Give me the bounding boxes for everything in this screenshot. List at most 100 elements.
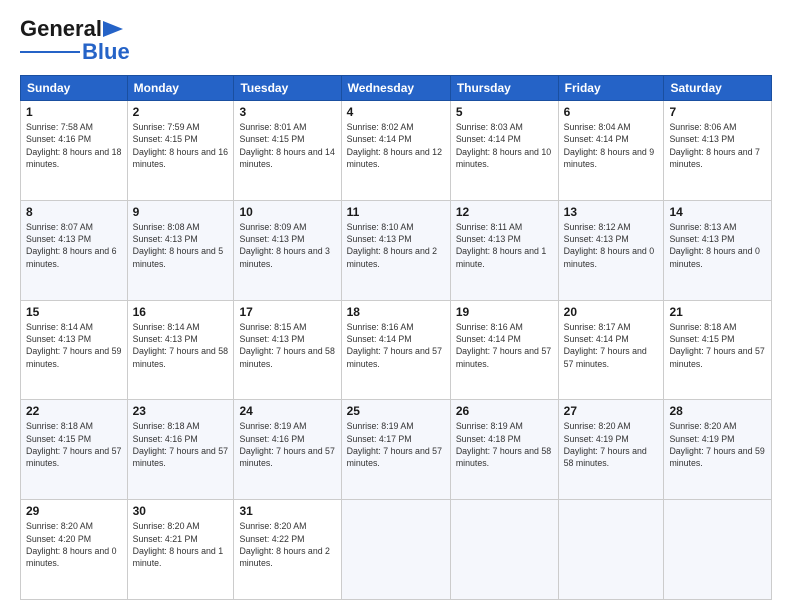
calendar-cell: 9 Sunrise: 8:08 AMSunset: 4:13 PMDayligh… xyxy=(127,200,234,300)
day-info: Sunrise: 8:04 AMSunset: 4:14 PMDaylight:… xyxy=(564,122,654,169)
day-info: Sunrise: 8:10 AMSunset: 4:13 PMDaylight:… xyxy=(347,222,437,269)
day-info: Sunrise: 8:20 AMSunset: 4:20 PMDaylight:… xyxy=(26,521,116,568)
day-number: 13 xyxy=(564,205,659,219)
calendar-cell: 17 Sunrise: 8:15 AMSunset: 4:13 PMDaylig… xyxy=(234,300,341,400)
page: General Blue SundayMondayTuesdayWednesda… xyxy=(0,0,792,612)
weekday-header: SundayMondayTuesdayWednesdayThursdayFrid… xyxy=(21,76,772,101)
day-number: 10 xyxy=(239,205,335,219)
calendar-cell xyxy=(558,500,664,600)
calendar-cell xyxy=(341,500,450,600)
calendar-cell: 5 Sunrise: 8:03 AMSunset: 4:14 PMDayligh… xyxy=(450,101,558,201)
weekday-sunday: Sunday xyxy=(21,76,128,101)
logo-blue: Blue xyxy=(82,39,130,65)
calendar-cell: 13 Sunrise: 8:12 AMSunset: 4:13 PMDaylig… xyxy=(558,200,664,300)
day-info: Sunrise: 8:15 AMSunset: 4:13 PMDaylight:… xyxy=(239,322,334,369)
day-number: 30 xyxy=(133,504,229,518)
calendar-body: 1 Sunrise: 7:58 AMSunset: 4:16 PMDayligh… xyxy=(21,101,772,600)
day-number: 4 xyxy=(347,105,445,119)
day-number: 23 xyxy=(133,404,229,418)
day-number: 29 xyxy=(26,504,122,518)
day-number: 1 xyxy=(26,105,122,119)
day-info: Sunrise: 8:16 AMSunset: 4:14 PMDaylight:… xyxy=(456,322,551,369)
week-row-4: 22 Sunrise: 8:18 AMSunset: 4:15 PMDaylig… xyxy=(21,400,772,500)
day-info: Sunrise: 8:02 AMSunset: 4:14 PMDaylight:… xyxy=(347,122,442,169)
weekday-wednesday: Wednesday xyxy=(341,76,450,101)
calendar-cell: 25 Sunrise: 8:19 AMSunset: 4:17 PMDaylig… xyxy=(341,400,450,500)
day-info: Sunrise: 8:13 AMSunset: 4:13 PMDaylight:… xyxy=(669,222,759,269)
day-info: Sunrise: 8:03 AMSunset: 4:14 PMDaylight:… xyxy=(456,122,551,169)
calendar-cell: 6 Sunrise: 8:04 AMSunset: 4:14 PMDayligh… xyxy=(558,101,664,201)
day-number: 5 xyxy=(456,105,553,119)
day-info: Sunrise: 8:19 AMSunset: 4:18 PMDaylight:… xyxy=(456,421,551,468)
header: General Blue xyxy=(20,16,772,65)
calendar-cell: 3 Sunrise: 8:01 AMSunset: 4:15 PMDayligh… xyxy=(234,101,341,201)
day-info: Sunrise: 7:59 AMSunset: 4:15 PMDaylight:… xyxy=(133,122,228,169)
logo-arrow-icon xyxy=(103,21,123,37)
day-number: 25 xyxy=(347,404,445,418)
weekday-tuesday: Tuesday xyxy=(234,76,341,101)
day-info: Sunrise: 8:14 AMSunset: 4:13 PMDaylight:… xyxy=(26,322,121,369)
day-info: Sunrise: 8:18 AMSunset: 4:15 PMDaylight:… xyxy=(669,322,764,369)
calendar-cell: 19 Sunrise: 8:16 AMSunset: 4:14 PMDaylig… xyxy=(450,300,558,400)
day-info: Sunrise: 8:19 AMSunset: 4:17 PMDaylight:… xyxy=(347,421,442,468)
calendar-cell: 11 Sunrise: 8:10 AMSunset: 4:13 PMDaylig… xyxy=(341,200,450,300)
calendar-cell: 24 Sunrise: 8:19 AMSunset: 4:16 PMDaylig… xyxy=(234,400,341,500)
calendar-cell: 14 Sunrise: 8:13 AMSunset: 4:13 PMDaylig… xyxy=(664,200,772,300)
day-number: 14 xyxy=(669,205,766,219)
day-info: Sunrise: 8:09 AMSunset: 4:13 PMDaylight:… xyxy=(239,222,329,269)
day-number: 28 xyxy=(669,404,766,418)
day-number: 9 xyxy=(133,205,229,219)
day-number: 16 xyxy=(133,305,229,319)
calendar-cell: 12 Sunrise: 8:11 AMSunset: 4:13 PMDaylig… xyxy=(450,200,558,300)
day-number: 24 xyxy=(239,404,335,418)
calendar-cell: 30 Sunrise: 8:20 AMSunset: 4:21 PMDaylig… xyxy=(127,500,234,600)
calendar-table: SundayMondayTuesdayWednesdayThursdayFrid… xyxy=(20,75,772,600)
weekday-friday: Friday xyxy=(558,76,664,101)
day-info: Sunrise: 8:16 AMSunset: 4:14 PMDaylight:… xyxy=(347,322,442,369)
calendar-cell: 4 Sunrise: 8:02 AMSunset: 4:14 PMDayligh… xyxy=(341,101,450,201)
day-number: 17 xyxy=(239,305,335,319)
calendar-cell: 23 Sunrise: 8:18 AMSunset: 4:16 PMDaylig… xyxy=(127,400,234,500)
day-info: Sunrise: 8:18 AMSunset: 4:16 PMDaylight:… xyxy=(133,421,228,468)
day-number: 12 xyxy=(456,205,553,219)
weekday-monday: Monday xyxy=(127,76,234,101)
day-number: 27 xyxy=(564,404,659,418)
day-number: 3 xyxy=(239,105,335,119)
calendar-cell: 27 Sunrise: 8:20 AMSunset: 4:19 PMDaylig… xyxy=(558,400,664,500)
day-number: 31 xyxy=(239,504,335,518)
day-info: Sunrise: 8:17 AMSunset: 4:14 PMDaylight:… xyxy=(564,322,647,369)
weekday-thursday: Thursday xyxy=(450,76,558,101)
day-number: 8 xyxy=(26,205,122,219)
day-info: Sunrise: 7:58 AMSunset: 4:16 PMDaylight:… xyxy=(26,122,121,169)
day-number: 20 xyxy=(564,305,659,319)
week-row-1: 1 Sunrise: 7:58 AMSunset: 4:16 PMDayligh… xyxy=(21,101,772,201)
day-number: 21 xyxy=(669,305,766,319)
day-info: Sunrise: 8:20 AMSunset: 4:22 PMDaylight:… xyxy=(239,521,329,568)
day-number: 2 xyxy=(133,105,229,119)
calendar-cell: 26 Sunrise: 8:19 AMSunset: 4:18 PMDaylig… xyxy=(450,400,558,500)
calendar-cell: 18 Sunrise: 8:16 AMSunset: 4:14 PMDaylig… xyxy=(341,300,450,400)
calendar-cell: 10 Sunrise: 8:09 AMSunset: 4:13 PMDaylig… xyxy=(234,200,341,300)
weekday-saturday: Saturday xyxy=(664,76,772,101)
day-number: 19 xyxy=(456,305,553,319)
calendar-cell: 28 Sunrise: 8:20 AMSunset: 4:19 PMDaylig… xyxy=(664,400,772,500)
calendar-cell xyxy=(450,500,558,600)
calendar-cell: 31 Sunrise: 8:20 AMSunset: 4:22 PMDaylig… xyxy=(234,500,341,600)
week-row-2: 8 Sunrise: 8:07 AMSunset: 4:13 PMDayligh… xyxy=(21,200,772,300)
calendar-cell xyxy=(664,500,772,600)
calendar-cell: 8 Sunrise: 8:07 AMSunset: 4:13 PMDayligh… xyxy=(21,200,128,300)
calendar-cell: 15 Sunrise: 8:14 AMSunset: 4:13 PMDaylig… xyxy=(21,300,128,400)
day-info: Sunrise: 8:08 AMSunset: 4:13 PMDaylight:… xyxy=(133,222,223,269)
calendar-cell: 22 Sunrise: 8:18 AMSunset: 4:15 PMDaylig… xyxy=(21,400,128,500)
day-number: 22 xyxy=(26,404,122,418)
calendar-cell: 1 Sunrise: 7:58 AMSunset: 4:16 PMDayligh… xyxy=(21,101,128,201)
day-info: Sunrise: 8:20 AMSunset: 4:19 PMDaylight:… xyxy=(669,421,764,468)
day-info: Sunrise: 8:18 AMSunset: 4:15 PMDaylight:… xyxy=(26,421,121,468)
calendar-cell: 29 Sunrise: 8:20 AMSunset: 4:20 PMDaylig… xyxy=(21,500,128,600)
day-info: Sunrise: 8:20 AMSunset: 4:21 PMDaylight:… xyxy=(133,521,223,568)
day-info: Sunrise: 8:11 AMSunset: 4:13 PMDaylight:… xyxy=(456,222,546,269)
logo-underline xyxy=(20,51,80,53)
day-number: 15 xyxy=(26,305,122,319)
week-row-3: 15 Sunrise: 8:14 AMSunset: 4:13 PMDaylig… xyxy=(21,300,772,400)
day-number: 26 xyxy=(456,404,553,418)
